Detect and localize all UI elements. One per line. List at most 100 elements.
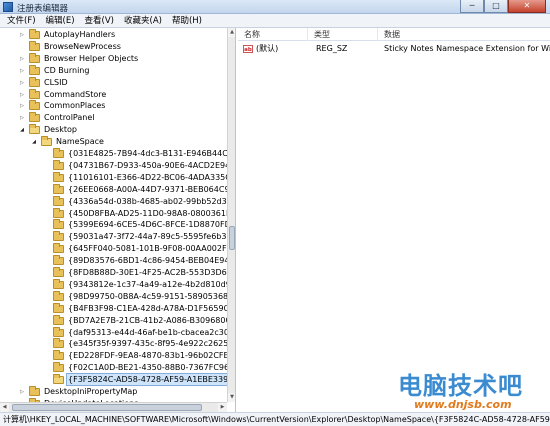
- folder-icon: [53, 231, 64, 242]
- folder-icon: [29, 100, 40, 111]
- values-list-pane[interactable]: 名称 类型 数据 ab (默认) REG_SZ Sticky Notes Nam…: [238, 28, 550, 412]
- registry-tree-pane[interactable]: ▷ AutoplayHandlers BrowseNewProcess ▷ Browse…: [0, 28, 236, 412]
- folder-icon: [29, 386, 40, 396]
- tree-node[interactable]: {9343812e-1c37-4a49-a12e-4b2d810d956b}: [0, 278, 235, 290]
- tree-node-label: {450D8FBA-AD25-11D0-98A8-0800361B1103}: [68, 208, 235, 218]
- tree-node[interactable]: {4336a54d-038b-4685-ab02-99bb52d3fb8b}: [0, 195, 235, 207]
- tree-node[interactable]: {98D99750-0B8A-4c59-9151-589053683D73}: [0, 290, 235, 302]
- tree-node-label: {BD7A2E7B-21CB-41b2-A086-B309680C6B7E}: [68, 315, 235, 325]
- expand-arrow-icon[interactable]: ▷: [19, 32, 25, 38]
- menu-view[interactable]: 查看(V): [80, 14, 119, 28]
- column-header-name[interactable]: 名称: [238, 28, 308, 41]
- value-row[interactable]: ab (默认) REG_SZ Sticky Notes Namespace Ex…: [238, 43, 550, 55]
- tree-node-label: NameSpace: [56, 137, 104, 147]
- menu-favorites[interactable]: 收藏夹(A): [119, 14, 167, 28]
- expand-arrow-icon[interactable]: ▷: [19, 103, 25, 109]
- tree-node[interactable]: {645FF040-5081-101B-9F08-00AA002F954E}: [0, 243, 235, 254]
- collapse-arrow-icon[interactable]: ◢: [31, 139, 37, 145]
- expand-arrow-icon[interactable]: ▷: [19, 80, 25, 86]
- tree-node[interactable]: {F02C1A0D-BE21-4350-88B0-7367FC96EF3C}: [0, 362, 235, 373]
- tree-node[interactable]: BrowseNewProcess: [0, 40, 226, 52]
- tree-node-label: {ED228FDF-9EA8-4870-83b1-96b02CFE0D52}: [68, 351, 235, 361]
- expander-placeholder: [43, 270, 49, 276]
- tree-horizontal-scroll-thumb[interactable]: [12, 404, 202, 411]
- tree-node-label: {645FF040-5081-101B-9F08-00AA002F954E}: [68, 244, 236, 254]
- tree-node[interactable]: ▷ DesktopIniPropertyMap: [0, 386, 226, 397]
- scroll-down-arrow-icon[interactable]: ▼: [228, 393, 235, 402]
- tree-node[interactable]: {B4FB3F98-C1EA-428d-A78A-D1F5659CBA93}: [0, 302, 235, 314]
- tree-node-label: DesktopIniPropertyMap: [44, 387, 138, 396]
- tree-node[interactable]: {89D83576-6BD1-4c86-9454-BEB04E94C819}: [0, 255, 235, 266]
- menu-file[interactable]: 文件(F): [2, 14, 41, 28]
- tree-node[interactable]: {5399E694-6CE5-4D6C-8FCE-1D8870FDCBA0}: [0, 219, 235, 230]
- tree-node[interactable]: {e345f35f-9397-435c-8f95-4e922c26259e}: [0, 338, 235, 349]
- scroll-right-arrow-icon[interactable]: ▶: [218, 403, 227, 412]
- folder-icon: [41, 136, 52, 147]
- tree-node-label: {98D99750-0B8A-4c59-9151-589053683D73}: [68, 291, 236, 301]
- folder-icon: [53, 290, 64, 301]
- tree-node[interactable]: {8FD8B88D-30E1-4F25-AC2B-553D3D65F0EA}: [0, 267, 235, 278]
- close-button[interactable]: ✕: [508, 0, 546, 13]
- tree-node-label: {9343812e-1c37-4a49-a12e-4b2d810d956b}: [68, 279, 236, 289]
- expander-placeholder: [43, 318, 49, 324]
- folder-icon: [53, 195, 64, 206]
- tree-node[interactable]: ▷ CLSID: [0, 76, 226, 88]
- expander-placeholder: [19, 44, 25, 50]
- scroll-left-arrow-icon[interactable]: ◀: [0, 403, 9, 412]
- expander-placeholder: [43, 163, 49, 169]
- menu-help[interactable]: 帮助(H): [167, 14, 207, 28]
- tree-node[interactable]: {F3F5824C-AD58-4728-AF59-A1EBE3392799}: [0, 373, 235, 387]
- expand-arrow-icon[interactable]: ▷: [19, 389, 25, 395]
- tree-vertical-scrollbar[interactable]: ▲ ▼: [227, 28, 235, 402]
- folder-icon: [29, 88, 40, 99]
- folder-icon: [53, 314, 64, 325]
- tree-node[interactable]: {ED228FDF-9EA8-4870-83b1-96b02CFE0D52}: [0, 350, 235, 361]
- scroll-up-arrow-icon[interactable]: ▲: [228, 28, 235, 37]
- tree-node[interactable]: {26EE0668-A00A-44D7-9371-BEB064C98683}: [0, 183, 235, 195]
- tree-node[interactable]: {04731B67-D933-450a-90E6-4ACD2E9408FE}: [0, 159, 235, 171]
- collapse-arrow-icon[interactable]: ◢: [19, 127, 25, 133]
- expand-arrow-icon[interactable]: ▷: [19, 56, 25, 62]
- tree-node[interactable]: {031E4825-7B94-4dc3-B131-E946B44C8DD5}: [0, 148, 235, 159]
- tree-horizontal-scrollbar[interactable]: ◀ ▶: [0, 402, 227, 412]
- folder-icon: [29, 124, 40, 135]
- tree-node[interactable]: ▷ CD Burning: [0, 64, 226, 76]
- tree-node[interactable]: {450D8FBA-AD25-11D0-98A8-0800361B1103}: [0, 207, 235, 219]
- folder-icon: [53, 148, 64, 158]
- column-header-type[interactable]: 类型: [308, 28, 378, 41]
- expander-placeholder: [43, 246, 49, 252]
- expand-arrow-icon[interactable]: ▷: [19, 92, 25, 98]
- tree-node-label: ControlPanel: [44, 113, 95, 123]
- tree-node[interactable]: ▷ Browser Helper Objects: [0, 52, 226, 64]
- expand-arrow-icon[interactable]: ▷: [19, 115, 25, 121]
- tree-node[interactable]: ▷ CommonPlaces: [0, 100, 226, 111]
- tree-node-label: {8FD8B88D-30E1-4F25-AC2B-553D3D65F0EA}: [68, 268, 235, 277]
- tree-node-label: {4336a54d-038b-4685-ab02-99bb52d3fb8b}: [68, 196, 236, 206]
- expander-placeholder: [43, 222, 49, 228]
- folder-icon: [53, 243, 64, 254]
- tree-node[interactable]: {11016101-E366-4D22-BC06-4ADA335C892B}: [0, 171, 235, 183]
- window-controls: ─ □ ✕: [460, 0, 546, 13]
- tree-node[interactable]: {59031a47-3f72-44a7-89c5-5595fe6b30ee}: [0, 231, 235, 242]
- tree-node[interactable]: {daf95313-e44d-46af-be1b-cbacea2c3065}: [0, 326, 235, 338]
- tree-node-label: {e345f35f-9397-435c-8f95-4e922c26259e}: [68, 339, 236, 349]
- column-header-data[interactable]: 数据: [378, 28, 550, 41]
- folder-icon: [53, 278, 64, 289]
- menu-edit[interactable]: 编辑(E): [41, 14, 80, 28]
- tree-node[interactable]: ▷ AutoplayHandlers: [0, 29, 226, 40]
- tree-node[interactable]: ▷ CommandStore: [0, 88, 226, 100]
- tree-node[interactable]: {BD7A2E7B-21CB-41b2-A086-B309680C6B7E}: [0, 314, 235, 326]
- values-list-header: 名称 类型 数据: [238, 28, 550, 41]
- tree-vertical-scroll-thumb[interactable]: [229, 226, 235, 250]
- minimize-button[interactable]: ─: [460, 0, 484, 13]
- expander-placeholder: [43, 187, 49, 193]
- tree-node-label: CLSID: [44, 77, 68, 87]
- tree-node-label: {59031a47-3f72-44a7-89c5-5595fe6b30ee}: [68, 232, 236, 242]
- expand-arrow-icon[interactable]: ▷: [19, 68, 25, 74]
- tree-node[interactable]: ◢ NameSpace: [0, 136, 226, 147]
- tree-node-label: {F3F5824C-AD58-4728-AF59-A1EBE3392799}: [66, 373, 235, 387]
- tree-node[interactable]: ▷ ControlPanel: [0, 112, 226, 123]
- tree-node[interactable]: ◢ Desktop: [0, 124, 226, 135]
- menu-bar: 文件(F) 编辑(E) 查看(V) 收藏夹(A) 帮助(H): [0, 14, 550, 28]
- maximize-button[interactable]: □: [484, 0, 508, 13]
